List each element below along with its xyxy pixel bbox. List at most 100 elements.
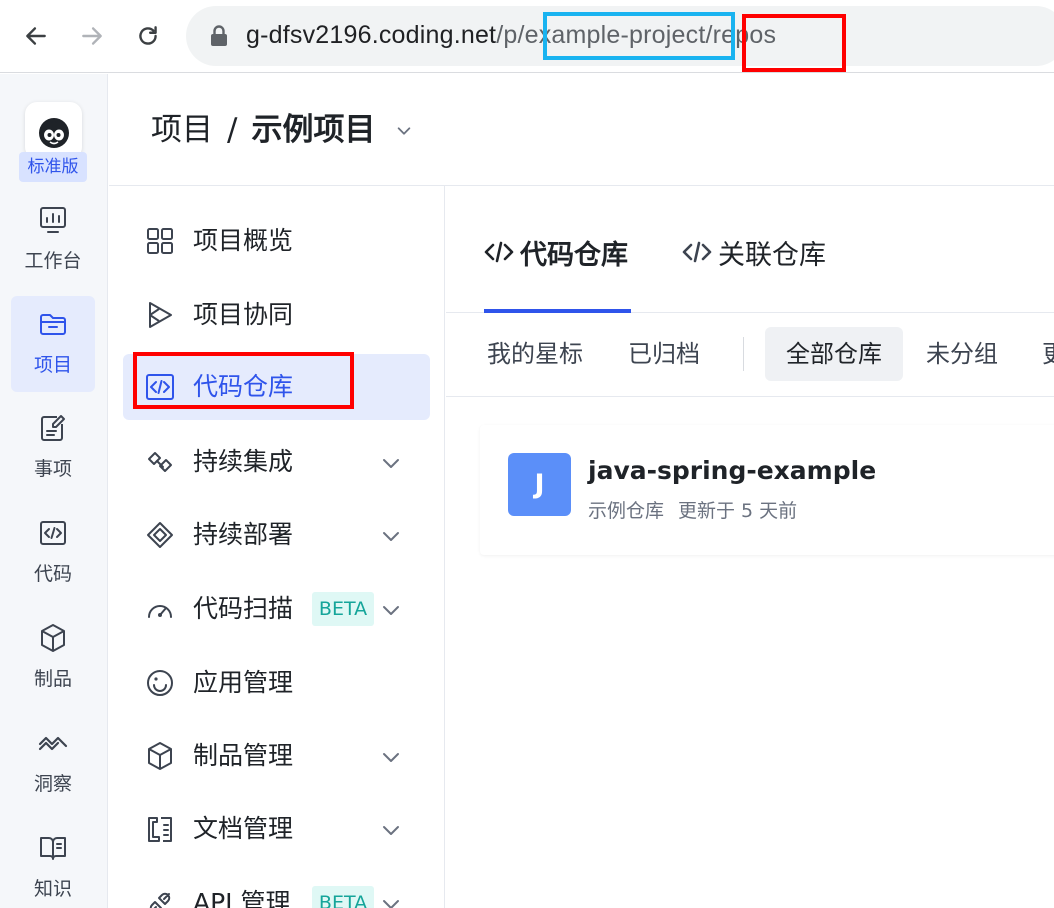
app-circle-icon	[147, 670, 173, 696]
url-domain: g-dfsv2196.coding.net	[246, 21, 497, 49]
arrow-right-icon	[82, 27, 102, 45]
book-icon	[40, 837, 66, 860]
browser-toolbar: g-dfsv2196.coding.net/p/example-project/…	[0, 0, 1054, 73]
sidebar-item-label: 持续集成	[193, 447, 294, 476]
sidebar-item-collaboration[interactable]: 项目协同	[123, 282, 430, 348]
rail-item-label: 事项	[33, 458, 72, 480]
plan-badge: 标准版	[19, 152, 87, 182]
rail-item-label: 项目	[33, 354, 72, 376]
arrow-left-icon	[26, 27, 46, 45]
rail-item-label: 知识	[33, 878, 72, 900]
plug-icon	[149, 892, 171, 908]
sidebar-item-cd[interactable]: 持续部署	[123, 502, 430, 568]
repo-list: J java-spring-example 示例仓库 更新于 5 天前	[446, 397, 1054, 908]
filter-divider	[743, 337, 744, 371]
sidebar-item-artifact-management[interactable]: 制品管理	[123, 723, 430, 789]
coding-monkey-logo-icon	[38, 117, 69, 148]
chevron-down-icon[interactable]	[381, 453, 401, 473]
repo-filters: 我的星标 已归档 全部仓库 未分组 更	[446, 313, 1054, 397]
sidebar-item-app-management[interactable]: 应用管理	[123, 650, 430, 716]
project-header: 项目 / 示例项目	[109, 74, 1054, 186]
sidebar-item-label: 持续部署	[193, 520, 294, 549]
code-icon	[40, 521, 66, 545]
global-nav-rail: 标准版 工作台 项目 事项 代码 制品 洞察 知识	[0, 74, 108, 908]
rail-item-projects[interactable]: 项目	[11, 296, 95, 392]
rail-item-issues[interactable]: 事项	[11, 400, 95, 496]
reload-button[interactable]	[132, 20, 164, 52]
chevron-down-icon[interactable]	[395, 122, 413, 140]
sidebar-item-label: API 管理	[193, 888, 291, 908]
gauge-icon	[148, 605, 172, 618]
rail-item-code[interactable]: 代码	[11, 505, 95, 601]
project-sidebar: 项目概览 项目协同 代码仓库 持续集成 持续部署 代码扫描 BETA 应用管理 …	[109, 186, 445, 908]
breadcrumb-separator: /	[227, 112, 238, 148]
breadcrumb-current-project[interactable]: 示例项目	[251, 112, 375, 148]
sidebar-item-label: 项目协同	[193, 300, 294, 329]
tab-linked-repos[interactable]: 关联仓库	[682, 232, 826, 272]
chevron-down-icon[interactable]	[381, 820, 401, 840]
annotation-box-code-repos	[133, 352, 354, 409]
tab-code-repos[interactable]: 代码仓库	[484, 232, 628, 272]
sidebar-item-label: 项目概览	[193, 226, 294, 255]
reload-icon	[139, 26, 157, 45]
deploy-icon	[147, 522, 173, 548]
code-brackets-icon	[484, 241, 514, 263]
repo-name[interactable]: java-spring-example	[588, 453, 876, 489]
issue-icon	[41, 415, 65, 441]
document-icon	[148, 817, 172, 842]
folder-icon	[40, 314, 66, 335]
sidebar-item-docs[interactable]: 文档管理	[123, 796, 430, 862]
filter-archived[interactable]: 已归档	[628, 327, 700, 381]
rail-item-knowledge[interactable]: 知识	[11, 820, 95, 908]
rail-item-insights[interactable]: 洞察	[11, 715, 95, 811]
back-button[interactable]	[20, 20, 52, 52]
beta-badge: BETA	[312, 592, 374, 626]
filter-more[interactable]: 更	[1042, 327, 1054, 381]
cube-icon	[148, 742, 172, 770]
main-content: 代码仓库 关联仓库 我的星标 已归档 全部仓库 未分组 更 J java-spr…	[446, 186, 1054, 908]
rail-item-label: 工作台	[24, 250, 82, 272]
sidebar-item-label: 应用管理	[193, 668, 294, 697]
ci-icon	[148, 452, 172, 472]
rail-item-workbench[interactable]: 工作台	[11, 192, 95, 288]
sidebar-item-label: 制品管理	[193, 741, 294, 770]
filter-ungrouped[interactable]: 未分组	[926, 327, 998, 381]
beta-badge: BETA	[312, 886, 374, 908]
breadcrumb: 项目 / 示例项目	[151, 110, 375, 150]
tab-label: 代码仓库	[520, 239, 628, 271]
rail-item-label: 制品	[33, 668, 72, 690]
repo-tabs: 代码仓库 关联仓库	[446, 186, 1054, 313]
sidebar-item-ci[interactable]: 持续集成	[123, 429, 430, 495]
chevron-down-icon[interactable]	[381, 747, 401, 767]
play-triangle-icon	[149, 302, 172, 328]
chevron-down-icon[interactable]	[381, 526, 401, 546]
repo-meta: 示例仓库 更新于 5 天前	[588, 497, 797, 525]
sidebar-item-label: 代码扫描	[193, 594, 294, 623]
annotation-box-repos	[742, 14, 846, 72]
insight-icon	[38, 736, 68, 751]
chevron-down-icon[interactable]	[381, 600, 401, 620]
sidebar-item-api-management[interactable]: API 管理 BETA	[123, 870, 430, 908]
tab-label: 关联仓库	[718, 239, 826, 271]
url-path-prefix: /p/	[496, 21, 525, 49]
annotation-box-project	[543, 12, 735, 60]
lock-icon	[211, 25, 227, 46]
sidebar-item-label: 文档管理	[193, 814, 294, 843]
code-brackets-icon	[682, 241, 712, 263]
dashboard-icon	[40, 207, 66, 233]
rail-item-label: 洞察	[33, 773, 72, 795]
repo-card[interactable]: J java-spring-example 示例仓库 更新于 5 天前	[480, 425, 1054, 555]
sidebar-item-overview[interactable]: 项目概览	[123, 208, 430, 274]
breadcrumb-root[interactable]: 项目	[151, 112, 213, 148]
chevron-down-icon[interactable]	[381, 894, 401, 908]
forward-button[interactable]	[76, 20, 108, 52]
repo-updated: 更新于 5 天前	[678, 500, 798, 522]
grid-icon	[147, 228, 173, 254]
filter-all-repos[interactable]: 全部仓库	[765, 327, 903, 381]
rail-item-label: 代码	[33, 563, 72, 585]
sidebar-item-code-scan[interactable]: 代码扫描 BETA	[123, 576, 430, 642]
logo[interactable]	[25, 102, 82, 159]
filter-starred[interactable]: 我的星标	[487, 327, 583, 381]
rail-item-artifacts[interactable]: 制品	[11, 610, 95, 706]
repo-avatar: J	[508, 453, 571, 516]
